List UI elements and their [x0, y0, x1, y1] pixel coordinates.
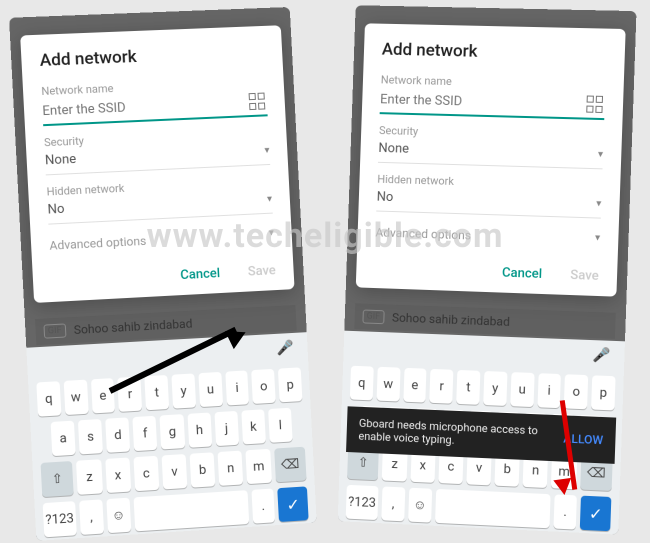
key-⇧[interactable]: ⇧ [41, 461, 75, 497]
key-h[interactable]: h [187, 413, 212, 448]
suggestion-text[interactable]: Sohoo sahib zindabad [392, 311, 510, 329]
advanced-options-toggle[interactable]: Advanced options▾ [49, 227, 274, 252]
key-y[interactable]: y [171, 373, 196, 408]
key-.[interactable]: . [553, 494, 577, 529]
on-screen-keyboard: 🎤 qwertyuiop asdfghjkl ⇧zxcvbnm⌫ ?123,☺ … [26, 332, 316, 541]
key-,[interactable]: , [79, 499, 104, 535]
chevron-down-icon: ▾ [598, 149, 603, 160]
security-dropdown[interactable]: None▾ [45, 143, 271, 175]
allow-button[interactable]: ALLOW [563, 431, 603, 447]
key-?123[interactable]: ?123 [43, 501, 77, 537]
key-☺[interactable]: ☺ [408, 488, 432, 523]
key-b[interactable]: b [190, 452, 216, 487]
mic-icon[interactable]: 🎤 [276, 340, 294, 357]
key-n[interactable]: n [218, 451, 244, 486]
suggestion-text[interactable]: Sohoo sahib zindabad [73, 317, 192, 338]
key-z[interactable]: z [76, 459, 102, 495]
key-p[interactable]: p [591, 375, 615, 410]
key-r[interactable]: r [430, 369, 454, 404]
add-network-dialog: Add network Network name Security None▾ … [356, 23, 626, 296]
security-label: Security [379, 124, 604, 143]
network-name-label: Network name [381, 73, 606, 92]
key-l[interactable]: l [268, 408, 293, 443]
hidden-network-label: Hidden network [377, 173, 602, 193]
dialog-title: Add network [39, 42, 265, 71]
advanced-options-toggle[interactable]: Advanced options▾ [375, 225, 600, 246]
chevron-down-icon: ▾ [596, 198, 601, 209]
key-s[interactable]: s [78, 419, 103, 455]
key-space[interactable] [435, 489, 551, 528]
key-e[interactable]: e [91, 378, 116, 413]
key-,[interactable]: , [381, 486, 405, 521]
key-k[interactable]: k [241, 409, 266, 444]
key-✓[interactable]: ✓ [580, 496, 611, 532]
key-c[interactable]: c [133, 456, 159, 492]
key-i[interactable]: i [225, 370, 249, 405]
key-p[interactable]: p [278, 367, 302, 402]
key-space[interactable] [133, 490, 249, 531]
qr-scan-icon[interactable] [249, 92, 268, 111]
key-q[interactable]: q [36, 381, 61, 417]
key-✓[interactable]: ✓ [278, 486, 309, 522]
key-v[interactable]: v [161, 454, 187, 489]
phone-screenshot-left: Add network Network name Security None▾ … [9, 7, 317, 541]
key-u[interactable]: u [198, 372, 223, 407]
mic-icon[interactable]: 🎤 [592, 347, 610, 364]
key-☺[interactable]: ☺ [106, 498, 131, 534]
hidden-network-dropdown[interactable]: No▾ [376, 190, 601, 219]
key-i[interactable]: i [537, 373, 561, 408]
save-button[interactable]: Save [570, 268, 599, 284]
add-network-dialog: Add network Network name Security None▾ … [20, 25, 294, 303]
key-g[interactable]: g [160, 414, 185, 449]
key-?123[interactable]: ?123 [346, 485, 379, 520]
key-j[interactable]: j [214, 411, 239, 446]
gif-chip-icon[interactable]: GIF [43, 323, 66, 338]
key-y[interactable]: y [483, 371, 507, 406]
security-dropdown[interactable]: None▾ [378, 141, 603, 169]
key-w[interactable]: w [376, 367, 400, 402]
key-.[interactable]: . [251, 488, 275, 523]
key-t[interactable]: t [145, 375, 170, 410]
dialog-title: Add network [382, 40, 607, 65]
key-r[interactable]: r [118, 377, 143, 412]
key-q[interactable]: q [350, 366, 374, 401]
key-o[interactable]: o [564, 374, 588, 409]
key-m[interactable]: m [246, 449, 272, 484]
chevron-down-icon: ▾ [595, 233, 600, 244]
key-f[interactable]: f [133, 416, 158, 451]
key-t[interactable]: t [456, 370, 480, 405]
key-a[interactable]: a [51, 421, 76, 457]
chevron-down-icon: ▾ [264, 145, 270, 156]
ssid-input[interactable] [42, 95, 249, 119]
key-x[interactable]: x [105, 457, 131, 493]
chevron-down-icon: ▾ [267, 194, 273, 205]
key-u[interactable]: u [510, 372, 534, 407]
phone-screenshot-right: Add network Network name Security None▾ … [338, 5, 637, 534]
key-d[interactable]: d [105, 417, 130, 452]
key-o[interactable]: o [252, 369, 276, 404]
key-e[interactable]: e [403, 368, 427, 403]
toast-message: Gboard needs microphone access to enable… [358, 417, 553, 451]
gif-chip-icon[interactable]: GIF [362, 309, 384, 324]
key-⌫[interactable]: ⌫ [274, 447, 307, 483]
cancel-button[interactable]: Cancel [502, 266, 543, 282]
save-button[interactable]: Save [247, 263, 276, 279]
ssid-input[interactable] [380, 92, 587, 112]
chevron-down-icon: ▾ [269, 227, 275, 238]
cancel-button[interactable]: Cancel [180, 266, 220, 283]
key-w[interactable]: w [63, 380, 88, 415]
qr-scan-icon[interactable] [586, 96, 605, 115]
